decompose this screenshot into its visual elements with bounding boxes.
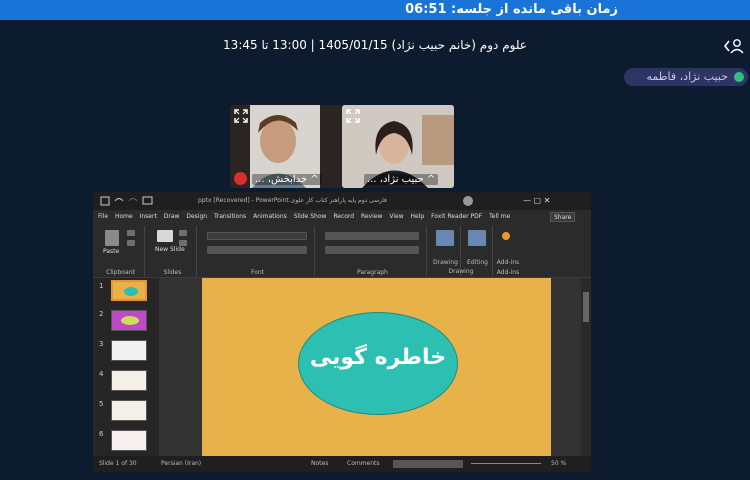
- font-name-field[interactable]: [207, 232, 307, 240]
- menu-help[interactable]: Help: [411, 210, 425, 224]
- participant-chip[interactable]: حبیب نژاد، فاطمه: [624, 68, 748, 86]
- video-tile[interactable]: ^ خدابخش، ...: [230, 105, 342, 188]
- slide-thumb[interactable]: [111, 280, 147, 301]
- expand-icon[interactable]: [346, 109, 360, 123]
- ppt-file-title: فارسی دوم پایه پاراهنر کتاب کار علوی.ppt…: [198, 197, 387, 204]
- menu-record[interactable]: Record: [333, 210, 354, 224]
- participant-name: حبیب نژاد، فاطمه: [646, 70, 729, 83]
- window-controls[interactable]: — ▢ ✕: [523, 192, 550, 210]
- copy-icon[interactable]: [127, 240, 135, 246]
- slide-title-text[interactable]: خاطره گویی: [299, 345, 457, 370]
- slide-number: 6: [99, 430, 104, 438]
- powerpoint-window[interactable]: فارسی دوم پایه پاراهنر کتاب کار علوی.ppt…: [93, 192, 591, 472]
- paste-label: Paste: [103, 248, 120, 255]
- group-label: Add-ins: [496, 269, 520, 276]
- notes-button[interactable]: Notes: [311, 456, 328, 472]
- view-buttons[interactable]: [393, 460, 463, 468]
- ribbon-group-slides: New Slide Slides: [149, 226, 197, 276]
- video-tile[interactable]: ^ حبیب نژاد، ...: [342, 105, 454, 188]
- video-label: ^ خدابخش، ...: [252, 174, 322, 185]
- group-label: Drawing: [448, 268, 474, 275]
- ribbon-group-clipboard: Paste Clipboard: [97, 226, 145, 276]
- font-format-icons[interactable]: [207, 246, 307, 254]
- editing-icon[interactable]: [468, 230, 486, 246]
- new-slide-label: New Slide: [155, 246, 185, 253]
- zoom-level: 50 %: [551, 460, 567, 467]
- slide-count-status: Slide 1 of 30: [99, 460, 137, 467]
- ppt-status-bar: Slide 1 of 30 Persian (Iran) Notes Comme…: [93, 456, 591, 472]
- session-remaining-label: زمان باقی مانده از جلسه: 06:51: [405, 2, 618, 17]
- align-icons[interactable]: [325, 246, 419, 254]
- ribbon: Paste Clipboard New Slide Slides Font Pa…: [93, 224, 591, 278]
- cut-icon[interactable]: [127, 230, 135, 236]
- quick-access-icons[interactable]: [99, 192, 159, 210]
- menu-review[interactable]: Review: [361, 210, 382, 224]
- video-label: ^ حبیب نژاد، ...: [364, 174, 439, 185]
- reset-icon[interactable]: [179, 240, 187, 246]
- addins-icon[interactable]: [502, 232, 510, 240]
- slide-number: 2: [99, 310, 104, 318]
- vertical-scrollbar[interactable]: [581, 278, 591, 456]
- ribbon-group-addins: Add-ins Add-ins: [493, 226, 523, 276]
- addins-label: Add-ins: [496, 259, 520, 266]
- current-slide[interactable]: خاطره گویی: [202, 278, 551, 456]
- session-timer-bar: زمان باقی مانده از جلسه: 06:51: [0, 0, 750, 20]
- editing-label: Editing: [467, 259, 488, 266]
- slide-number: 5: [99, 400, 104, 408]
- group-label: Clipboard: [106, 269, 135, 276]
- menu-home[interactable]: Home: [114, 210, 133, 225]
- slide-thumb[interactable]: [111, 310, 147, 331]
- group-label: Editing: [463, 274, 464, 275]
- menu-foxit[interactable]: Foxit Reader PDF: [431, 210, 482, 224]
- menu-animations[interactable]: Animations: [253, 210, 287, 224]
- paragraph-icons[interactable]: [325, 232, 419, 240]
- slide-thumbnails: 1 2 3 4 5 6: [93, 278, 159, 456]
- slide-number: 1: [99, 282, 104, 290]
- online-status-icon: [734, 72, 744, 82]
- menu-tellme[interactable]: Tell me: [489, 210, 510, 224]
- slide-number: 3: [99, 340, 104, 348]
- drawing-icon[interactable]: [436, 230, 454, 246]
- paste-icon[interactable]: [105, 230, 119, 246]
- slide-thumb[interactable]: [111, 430, 147, 451]
- language-status: Persian (Iran): [161, 460, 202, 467]
- zoom-slider[interactable]: [471, 463, 541, 464]
- slide-thumb[interactable]: [111, 400, 147, 421]
- recording-icon: [234, 172, 247, 185]
- user-avatar[interactable]: [463, 196, 473, 206]
- menu-file[interactable]: File: [98, 210, 108, 224]
- slide-thumb[interactable]: [111, 370, 147, 391]
- class-title: علوم دوم (خانم حبیب نژاد) 1405/01/15 | 1…: [223, 38, 527, 52]
- drawing-label: Drawing: [433, 259, 458, 266]
- group-label: Font: [250, 269, 265, 276]
- ppt-menu-bar: File Home Insert Draw Design Transitions…: [93, 210, 591, 225]
- ppt-titlebar: فارسی دوم پایه پاراهنر کتاب کار علوی.ppt…: [93, 192, 591, 210]
- new-slide-icon[interactable]: [157, 230, 173, 242]
- slide-thumb[interactable]: [111, 340, 147, 361]
- ribbon-group-paragraph: Paragraph: [319, 226, 427, 276]
- menu-transitions[interactable]: Transitions: [214, 210, 246, 224]
- slide-number: 4: [99, 370, 104, 378]
- expand-icon[interactable]: [234, 109, 248, 123]
- menu-draw[interactable]: Draw: [164, 210, 180, 224]
- comments-button[interactable]: Comments: [347, 456, 380, 472]
- ribbon-group-font: Font: [201, 226, 315, 276]
- menu-insert[interactable]: Insert: [140, 210, 157, 224]
- menu-slideshow[interactable]: Slide Show: [294, 210, 327, 224]
- menu-view[interactable]: View: [389, 210, 403, 224]
- group-label: Slides: [163, 269, 182, 276]
- menu-design[interactable]: Design: [186, 210, 207, 224]
- layout-icon[interactable]: [179, 230, 187, 236]
- group-label: Paragraph: [357, 269, 388, 276]
- slide-ellipse-shape[interactable]: خاطره گویی: [298, 312, 458, 415]
- share-button[interactable]: Share: [550, 212, 576, 222]
